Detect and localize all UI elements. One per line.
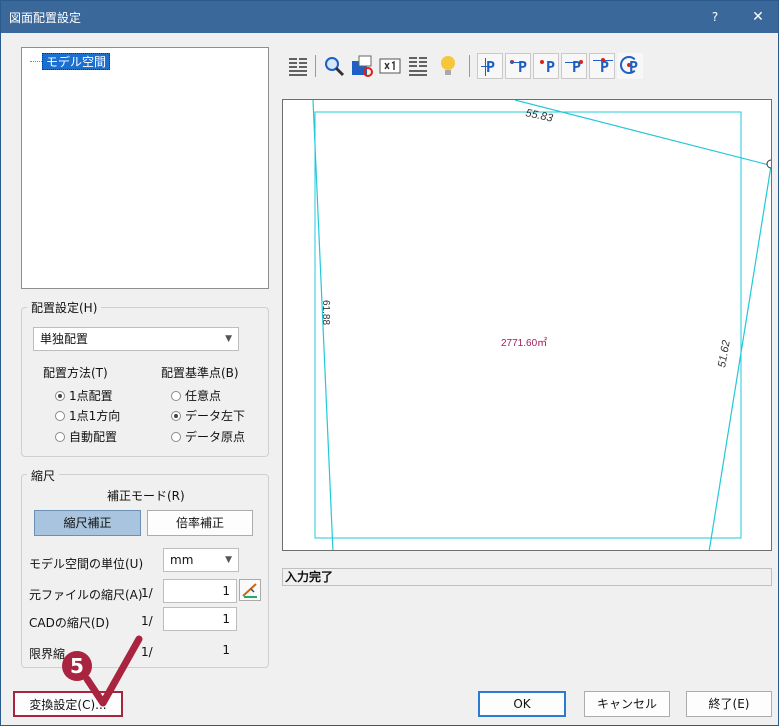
radio-method-auto[interactable]: 自動配置 (55, 429, 117, 445)
ruler-icon (242, 583, 257, 598)
light-bulb-icon[interactable] (435, 53, 461, 79)
source-scale-label: 元ファイルの縮尺(A) (29, 588, 143, 602)
scale-x1-icon[interactable] (377, 53, 403, 79)
create-icon[interactable] (405, 53, 431, 79)
cad-scale-prefix: 1/ (141, 614, 153, 628)
cad-scale-label: CADの縮尺(D) (29, 616, 110, 630)
placement-method-label: 配置方法(T) (43, 366, 108, 380)
scale-correct-button[interactable]: 縮尺補正 (34, 510, 141, 536)
point-rotate-button[interactable]: P (617, 53, 643, 79)
unit-value: mm (170, 553, 194, 567)
point-mid-button[interactable]: P (533, 53, 559, 79)
radio-base-any[interactable]: 任意点 (171, 388, 221, 404)
point-rotate-icon: P (629, 58, 639, 76)
boundary-top-edge (514, 100, 771, 167)
ok-button[interactable]: OK (478, 691, 566, 717)
point-mid-icon: P (546, 58, 556, 76)
point-top-left-icon: P (518, 58, 528, 76)
cancel-button[interactable]: キャンセル (584, 691, 670, 717)
help-button[interactable]: ? (701, 5, 729, 29)
tree-item-model-space[interactable]: モデル空間 (42, 53, 111, 70)
radio-method-1point[interactable]: 1点配置 (55, 388, 113, 404)
checkmark-icon (83, 635, 143, 707)
radio-base-origin[interactable]: データ原点 (171, 429, 245, 445)
chevron-down-icon: ▼ (225, 555, 232, 565)
unit-label: モデル空間の単位(U) (29, 557, 144, 571)
tree-connector (30, 61, 42, 62)
point-right-button[interactable]: P (561, 53, 587, 79)
vertex-marker (766, 159, 771, 169)
point-top-icon: P (600, 58, 610, 76)
placement-mode-value: 単独配置 (40, 332, 89, 346)
scale-calc-button[interactable] (239, 579, 261, 601)
unit-select[interactable]: mm ▼ (163, 548, 239, 572)
layout-tree[interactable]: モデル空間 (21, 47, 269, 289)
top-edge-length: 55.83 (524, 107, 554, 125)
source-scale-prefix: 1/ (141, 586, 153, 600)
radio-off-icon (171, 432, 181, 442)
zoom-icon[interactable] (321, 53, 347, 79)
radio-off-icon (171, 391, 181, 401)
placement-mode-select[interactable]: 単独配置 ▼ (33, 327, 239, 351)
point-top-left-button[interactable]: P (505, 53, 531, 79)
limit-scale-label: 限界縮 (29, 647, 66, 661)
right-edge-length: 51.62 (716, 339, 733, 368)
point-left-button[interactable]: P (477, 53, 503, 79)
close-button[interactable]: ✕ (743, 5, 773, 29)
radio-on-icon (55, 391, 65, 401)
left-edge-length: 61.88 (320, 300, 331, 325)
sheet-frame (314, 111, 742, 539)
preview-drawing: 55.83 61.88 51.62 2771.60㎡ (312, 100, 771, 550)
preview-toolbar: P P P P P P (283, 51, 773, 81)
placement-base-label: 配置基準点(B) (161, 366, 239, 380)
point-left-icon: P (486, 58, 496, 76)
radio-off-icon (55, 432, 65, 442)
point-top-button[interactable]: P (589, 53, 615, 79)
area-label: 2771.60㎡ (501, 337, 547, 349)
cad-scale-input[interactable]: 1 (163, 607, 237, 631)
ratio-correct-button[interactable]: 倍率補正 (147, 510, 253, 536)
title-bar: 図面配置設定 ? ✕ (1, 1, 778, 33)
source-scale-input[interactable]: 1 (163, 579, 237, 603)
radio-base-lower-left[interactable]: データ左下 (171, 408, 245, 424)
window-title: 図面配置設定 (9, 11, 82, 25)
correction-mode-label: 補正モード(R) (107, 489, 185, 503)
toolbar-separator (315, 55, 316, 77)
toolbar-separator (469, 55, 470, 77)
preview-canvas[interactable]: 55.83 61.88 51.62 2771.60㎡ (282, 99, 772, 551)
point-right-icon: P (572, 58, 582, 76)
exit-button[interactable]: 終了(E) (686, 691, 772, 717)
radio-on-icon (171, 411, 181, 421)
limit-scale-value: 1 (163, 638, 237, 662)
boundary-left-edge (312, 100, 334, 550)
fit-icon[interactable] (349, 53, 375, 79)
chevron-down-icon: ▼ (225, 334, 232, 344)
radio-off-icon (55, 411, 65, 421)
read-icon[interactable] (285, 53, 311, 79)
status-bar: 入力完了 (282, 568, 772, 586)
scale-group-label: 縮尺 (27, 467, 60, 484)
placement-group-label: 配置設定(H) (27, 299, 102, 316)
dialog-window: 図面配置設定 ? ✕ モデル空間 配置設定(H) 単独配置 ▼ 配置方法(T) … (0, 0, 779, 726)
radio-method-1point1dir[interactable]: 1点1方向 (55, 408, 120, 424)
